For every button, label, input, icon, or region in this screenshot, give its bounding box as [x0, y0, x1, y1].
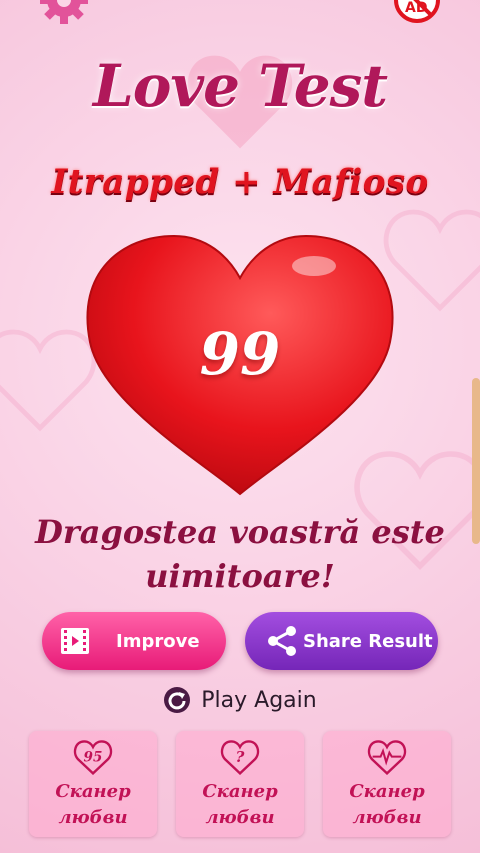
result-heart: 99 — [82, 232, 398, 498]
film-icon — [60, 627, 90, 655]
play-again-label: Play Again — [201, 687, 317, 713]
love-scanner-card-1[interactable]: 95 Сканер любви — [29, 731, 157, 837]
play-again-button[interactable]: Play Again — [0, 686, 480, 714]
card-badge: 95 — [84, 749, 103, 765]
card-label: Сканер любви — [55, 781, 131, 828]
replay-icon — [163, 686, 191, 714]
love-scanner-card-3[interactable]: Сканер любви — [323, 731, 451, 837]
remove-ads-button[interactable]: AD — [392, 0, 442, 32]
love-score: 99 — [199, 320, 281, 388]
gear-icon — [40, 0, 88, 24]
heart-question-icon: ? — [220, 740, 260, 775]
love-scanner-card-2[interactable]: ? Сканер любви — [176, 731, 304, 837]
share-label: Share Result — [303, 630, 433, 652]
ad-label: AD — [405, 0, 428, 16]
card-label: Сканер любви — [202, 781, 278, 828]
share-icon — [265, 624, 299, 658]
card-label: Сканер любви — [349, 781, 425, 828]
settings-button[interactable] — [38, 0, 90, 34]
share-result-button[interactable]: Share Result — [245, 612, 438, 670]
couple-names: Itrapped + Mafioso — [51, 162, 429, 202]
improve-button[interactable]: Improve — [42, 612, 226, 670]
heart-95-icon: 95 — [73, 740, 113, 775]
card-badge: ? — [236, 748, 246, 766]
result-message: Dragostea voastră este uimitoare! — [35, 513, 445, 595]
scrollbar-handle[interactable] — [472, 378, 480, 544]
app-title: Love Test — [92, 52, 388, 120]
heart-pulse-icon — [367, 740, 407, 775]
improve-label: Improve — [116, 630, 200, 652]
